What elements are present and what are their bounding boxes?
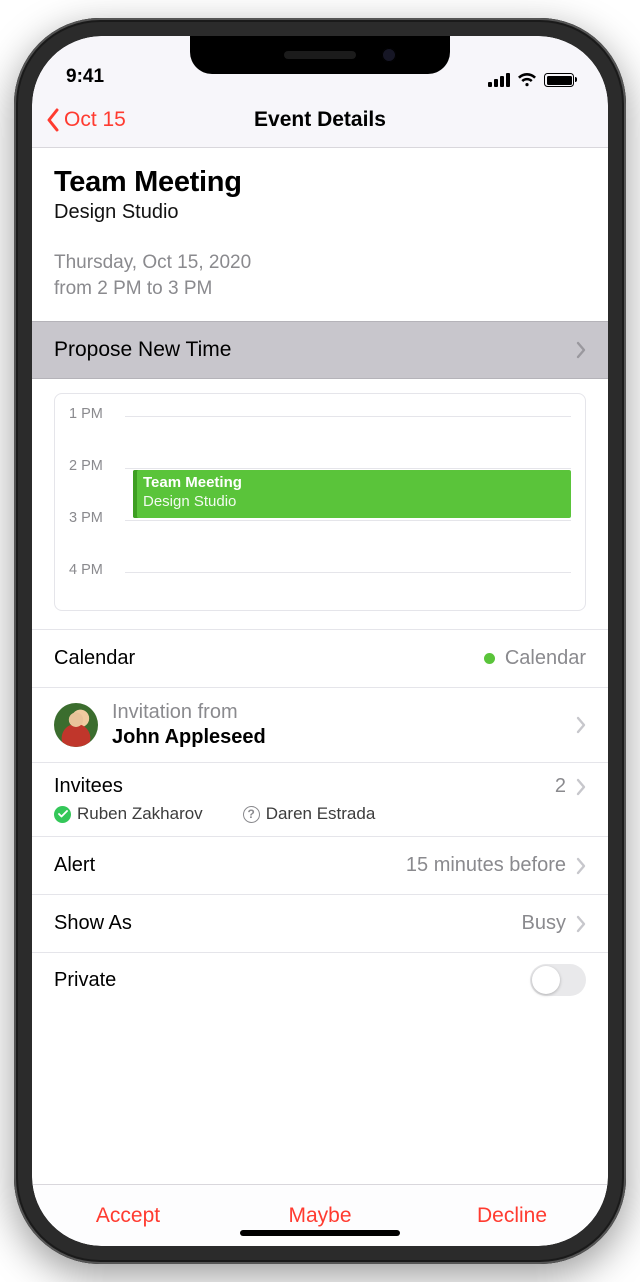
status-time: 9:41: [66, 66, 104, 88]
speaker-grille: [284, 51, 356, 59]
calendar-color-dot: [484, 653, 495, 664]
event-time: from 2 PM to 3 PM: [54, 276, 586, 302]
organizer-name: John Appleseed: [112, 725, 266, 750]
back-button[interactable]: Oct 15: [46, 108, 126, 132]
event-location: Design Studio: [54, 201, 586, 224]
hour-label: 3 PM: [69, 510, 103, 526]
invitee-name: Ruben Zakharov: [77, 804, 203, 824]
invitees-row[interactable]: Invitees 2 Ruben Zakharov: [32, 763, 608, 837]
hour-label: 2 PM: [69, 458, 103, 474]
invitation-from-label: Invitation from: [112, 700, 266, 725]
event-date: Thursday, Oct 15, 2020: [54, 250, 586, 276]
front-camera: [382, 48, 396, 62]
alert-label: Alert: [54, 854, 95, 877]
block-subtitle: Design Studio: [143, 493, 561, 512]
alert-value: 15 minutes before: [406, 854, 566, 877]
timeline[interactable]: 1 PM 2 PM 3 PM 4 PM Team Meeting Design …: [54, 393, 586, 611]
invitee-list: Ruben Zakharov ? Daren Estrada: [54, 804, 586, 824]
screen: 9:41 Oct 15 Event Details: [32, 36, 608, 1246]
private-label: Private: [54, 969, 116, 992]
maybe-button[interactable]: Maybe: [224, 1185, 416, 1246]
calendar-row[interactable]: Calendar Calendar: [32, 630, 608, 688]
block-title: Team Meeting: [143, 474, 561, 493]
status-indicators: [488, 72, 574, 88]
invitees-count: 2: [555, 775, 566, 798]
chevron-left-icon: [46, 108, 60, 132]
timeline-section: 1 PM 2 PM 3 PM 4 PM Team Meeting Design …: [32, 379, 608, 629]
show-as-value: Busy: [522, 912, 566, 935]
notch: [190, 36, 450, 74]
content[interactable]: Team Meeting Design Studio Thursday, Oct…: [32, 148, 608, 1184]
status-maybe-icon: ?: [243, 806, 260, 823]
chevron-right-icon: [576, 716, 586, 734]
propose-label: Propose New Time: [54, 338, 231, 362]
show-as-row[interactable]: Show As Busy: [32, 895, 608, 953]
home-indicator[interactable]: [240, 1230, 400, 1236]
timeline-event-block[interactable]: Team Meeting Design Studio: [133, 470, 571, 518]
invitee-item: Ruben Zakharov: [54, 804, 203, 824]
screen-bezel: 9:41 Oct 15 Event Details: [32, 36, 608, 1246]
show-as-label: Show As: [54, 912, 132, 935]
status-accepted-icon: [54, 806, 71, 823]
calendar-value: Calendar: [505, 647, 586, 670]
private-row: Private: [32, 953, 608, 997]
decline-button[interactable]: Decline: [416, 1185, 608, 1246]
accept-button[interactable]: Accept: [32, 1185, 224, 1246]
battery-icon: [544, 73, 574, 87]
hour-label: 4 PM: [69, 562, 103, 578]
event-header: Team Meeting Design Studio Thursday, Oct…: [32, 148, 608, 321]
alert-row[interactable]: Alert 15 minutes before: [32, 837, 608, 895]
invitees-label: Invitees: [54, 775, 123, 798]
chevron-right-icon: [576, 778, 586, 796]
event-title: Team Meeting: [54, 166, 586, 199]
invitee-item: ? Daren Estrada: [243, 804, 376, 824]
chevron-right-icon: [576, 857, 586, 875]
wifi-icon: [517, 72, 537, 88]
organizer-avatar: [54, 703, 98, 747]
invitation-from-row[interactable]: Invitation from John Appleseed: [32, 688, 608, 763]
cellular-icon: [488, 73, 510, 87]
chevron-right-icon: [576, 915, 586, 933]
private-toggle[interactable]: [530, 964, 586, 996]
chevron-right-icon: [576, 341, 586, 359]
back-label: Oct 15: [64, 108, 126, 132]
calendar-label: Calendar: [54, 647, 135, 670]
invitee-name: Daren Estrada: [266, 804, 376, 824]
response-toolbar: Accept Maybe Decline: [32, 1184, 608, 1246]
hour-label: 1 PM: [69, 406, 103, 422]
propose-new-time-row[interactable]: Propose New Time: [32, 321, 608, 379]
details-list: Calendar Calendar Invitation from John A…: [32, 629, 608, 997]
phone-frame: 9:41 Oct 15 Event Details: [14, 18, 626, 1264]
nav-bar: Oct 15 Event Details: [32, 92, 608, 148]
event-when: Thursday, Oct 15, 2020 from 2 PM to 3 PM: [54, 250, 586, 301]
